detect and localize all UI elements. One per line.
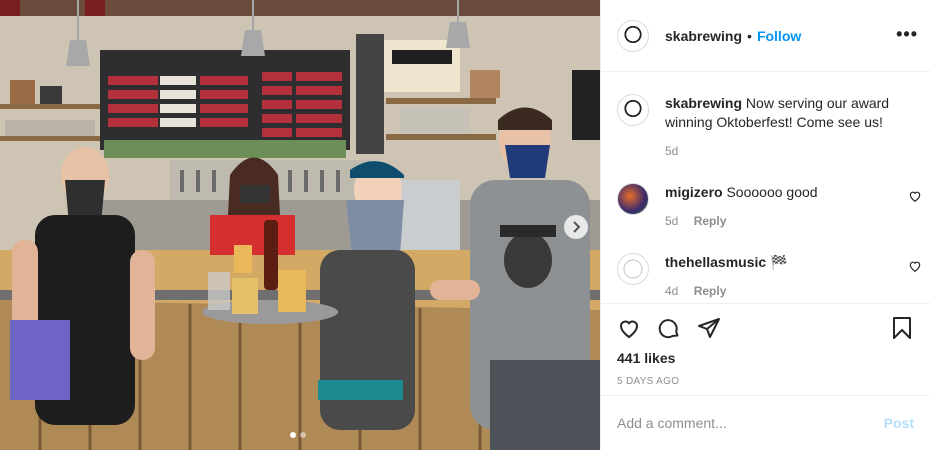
comment-input[interactable] xyxy=(617,415,884,431)
separator-dot: • xyxy=(747,27,752,44)
comment-username[interactable]: thehellasmusic xyxy=(665,254,766,270)
author-username[interactable]: skabrewing xyxy=(665,28,742,44)
comment-age[interactable]: 4d xyxy=(665,284,678,298)
comment-text: 🏁 xyxy=(770,254,788,270)
list-item: thehellasmusic 🏁 4d Reply xyxy=(617,231,921,301)
heart-icon[interactable] xyxy=(908,189,922,203)
post-side-panel: skabrewing • Follow ••• skabrewing Now s… xyxy=(600,0,930,450)
post-header: skabrewing • Follow ••• xyxy=(601,0,930,72)
comments-list: skabrewing Now serving our award winning… xyxy=(601,72,930,301)
bookmark-icon[interactable] xyxy=(890,316,914,340)
heart-icon[interactable] xyxy=(908,259,922,273)
caption-username[interactable]: skabrewing xyxy=(665,95,742,111)
post-actions: 441 likes 5 DAYS AGO xyxy=(601,303,930,387)
comment-username[interactable]: migizero xyxy=(665,184,723,200)
post-comment-button[interactable]: Post xyxy=(884,415,914,431)
brewery-scene-image xyxy=(0,0,600,450)
comment-age[interactable]: 5d xyxy=(665,214,678,228)
avatar[interactable] xyxy=(617,253,649,285)
caption: skabrewing Now serving our award winning… xyxy=(617,72,914,161)
instagram-post: skabrewing • Follow ••• skabrewing Now s… xyxy=(0,0,930,450)
list-item: migizero Soooooo good 5d Reply xyxy=(617,161,921,231)
carousel-dot xyxy=(300,432,306,438)
share-icon[interactable] xyxy=(697,316,721,340)
comment-icon[interactable] xyxy=(657,316,681,340)
reply-button[interactable]: Reply xyxy=(694,284,727,298)
next-photo-button[interactable] xyxy=(564,215,588,239)
caption-age[interactable]: 5d xyxy=(665,144,678,158)
follow-button[interactable]: Follow xyxy=(757,28,801,44)
post-date[interactable]: 5 DAYS AGO xyxy=(617,376,914,387)
post-photo[interactable] xyxy=(0,0,600,450)
avatar[interactable] xyxy=(617,94,649,126)
chevron-right-icon xyxy=(573,221,581,233)
heart-icon[interactable] xyxy=(617,316,641,340)
more-options-icon[interactable]: ••• xyxy=(896,24,918,45)
add-comment-bar: Post xyxy=(601,395,930,450)
avatar[interactable] xyxy=(617,19,649,52)
carousel-dots xyxy=(290,432,306,438)
comment-text: Soooooo good xyxy=(726,184,818,200)
likes-count[interactable]: 441 likes xyxy=(617,350,914,366)
avatar[interactable] xyxy=(617,183,649,215)
reply-button[interactable]: Reply xyxy=(694,214,727,228)
carousel-dot-active xyxy=(290,432,296,438)
